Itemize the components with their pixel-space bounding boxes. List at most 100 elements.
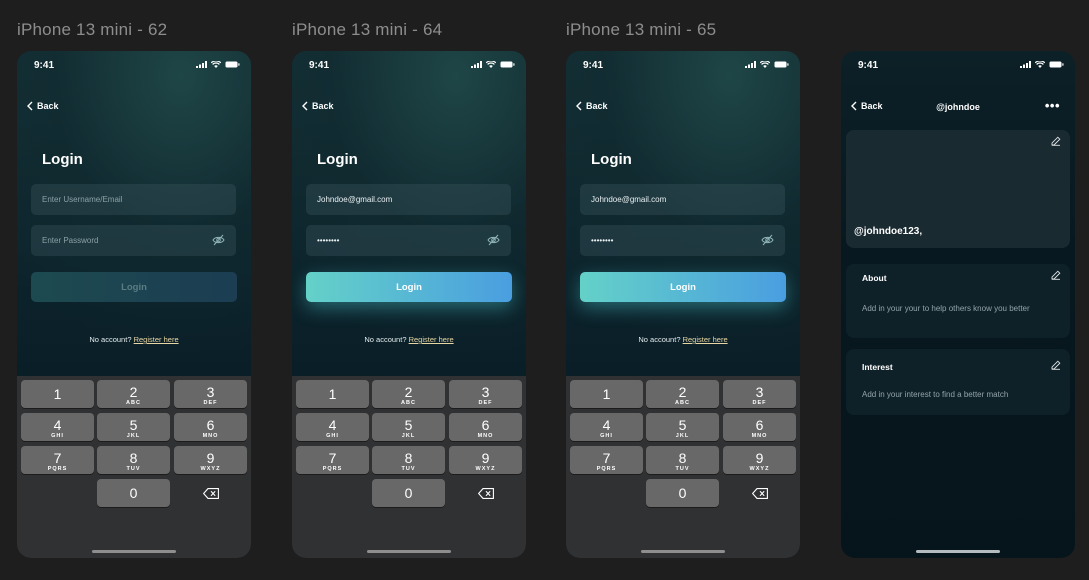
key-4[interactable]: 4 GHI	[21, 413, 94, 441]
frame-label-64: iPhone 13 mini - 64	[292, 20, 443, 39]
back-button[interactable]: Back	[576, 101, 608, 111]
username-input[interactable]: Johndoe@gmail.com	[580, 184, 785, 215]
back-label: Back	[586, 101, 608, 111]
key-5[interactable]: 5 JKL	[646, 413, 719, 441]
key-7[interactable]: 7 PQRS	[570, 446, 643, 474]
edit-pencil-icon[interactable]	[1051, 270, 1061, 280]
key-2[interactable]: 2 ABC	[646, 380, 719, 408]
battery-icon	[1049, 61, 1064, 68]
battery-icon	[774, 61, 789, 68]
about-text: Add in your your to help others know you…	[862, 304, 1030, 313]
page-title: Login	[317, 151, 358, 168]
about-card[interactable]: About Add in your your to help others kn…	[846, 264, 1070, 338]
edit-pencil-icon[interactable]	[1051, 136, 1061, 146]
key-1[interactable]: 1	[21, 380, 94, 408]
username-input[interactable]: Johndoe@gmail.com	[306, 184, 511, 215]
back-label: Back	[312, 101, 334, 111]
key-6[interactable]: 6 MNO	[174, 413, 247, 441]
password-placeholder: Enter Password	[42, 236, 99, 245]
key-9[interactable]: 9 WXYZ	[449, 446, 522, 474]
numeric-keyboard: 1 2 ABC 3 DEF 4 GHI 5 JKL 6 MNO 7 PQRS 8 TUV 9W…	[566, 376, 800, 558]
key-2[interactable]: 2 ABC	[372, 380, 445, 408]
key-5[interactable]: 5 JKL	[97, 413, 170, 441]
key-4[interactable]: 4 GHI	[570, 413, 643, 441]
key-0[interactable]: 0	[646, 479, 719, 507]
profile-header: Back @johndoe •••	[841, 99, 1075, 115]
username-input[interactable]: Enter Username/Email	[31, 184, 236, 215]
key-7[interactable]: 7 PQRS	[21, 446, 94, 474]
wifi-icon	[1035, 61, 1045, 68]
key-8[interactable]: 8 TUV	[372, 446, 445, 474]
register-link[interactable]: Register here	[134, 335, 179, 344]
register-link[interactable]: Register here	[683, 335, 728, 344]
battery-icon	[225, 61, 240, 68]
profile-cover-card: @johndoe123,	[846, 130, 1070, 248]
home-indicator	[367, 550, 451, 553]
delete-key[interactable]	[723, 479, 796, 507]
home-indicator	[641, 550, 725, 553]
back-button[interactable]: Back	[302, 101, 334, 111]
status-time: 9:41	[583, 60, 604, 71]
key-9[interactable]: 9 WXYZ	[723, 446, 796, 474]
signal-icon	[471, 61, 482, 68]
status-bar: 9:41	[841, 60, 1075, 74]
phone-login-filled: 9:41 Back Login Johndoe@gmail.com ••••••…	[292, 51, 526, 558]
interest-card[interactable]: Interest Add in your interest to find a …	[846, 349, 1070, 415]
key-6[interactable]: 6 MNO	[449, 413, 522, 441]
password-input[interactable]: ••••••••	[580, 225, 785, 256]
login-button[interactable]: Login	[580, 272, 786, 302]
page-title: Login	[42, 151, 83, 168]
key-2[interactable]: 2 ABC	[97, 380, 170, 408]
header-handle: @johndoe	[936, 102, 980, 112]
key-3[interactable]: 3 DEF	[723, 380, 796, 408]
key-3[interactable]: 3 DEF	[174, 380, 247, 408]
username-placeholder: Enter Username/Email	[42, 195, 123, 204]
key-1[interactable]: 1	[296, 380, 369, 408]
edit-pencil-icon[interactable]	[1051, 360, 1061, 370]
battery-icon	[500, 61, 515, 68]
eye-off-icon[interactable]	[761, 234, 774, 246]
phone-login-empty: 9:41 Back Login Enter Username/Email Ent…	[17, 51, 251, 558]
key-8[interactable]: 8 TUV	[646, 446, 719, 474]
wifi-icon	[760, 61, 770, 68]
login-button[interactable]: Login	[31, 272, 237, 302]
key-6[interactable]: 6 MNO	[723, 413, 796, 441]
key-3[interactable]: 3 DEF	[449, 380, 522, 408]
status-bar: 9:41	[17, 60, 251, 74]
register-link[interactable]: Register here	[409, 335, 454, 344]
home-indicator	[92, 550, 176, 553]
status-time: 9:41	[34, 60, 55, 71]
no-account-text: No account?	[89, 335, 132, 344]
backspace-icon	[477, 487, 494, 499]
more-options-icon[interactable]: •••	[1045, 99, 1060, 112]
eye-off-icon[interactable]	[487, 234, 500, 246]
delete-key[interactable]	[174, 479, 247, 507]
numeric-keyboard: 1 2 ABC 3 DEF 4 GHI 5 JKL 6 MNO 7 PQRS 8 TUV 9W…	[292, 376, 526, 558]
key-8[interactable]: 8 TUV	[97, 446, 170, 474]
profile-handle: @johndoe123,	[854, 226, 923, 237]
login-button[interactable]: Login	[306, 272, 512, 302]
interest-title: Interest	[862, 362, 893, 372]
key-0[interactable]: 0	[97, 479, 170, 507]
key-9[interactable]: 9 WXYZ	[174, 446, 247, 474]
username-value: Johndoe@gmail.com	[317, 195, 393, 204]
home-indicator	[916, 550, 1000, 553]
backspace-icon	[751, 487, 768, 499]
eye-off-icon[interactable]	[212, 234, 225, 246]
frame-label-65: iPhone 13 mini - 65	[566, 20, 717, 39]
frame-label-62: iPhone 13 mini - 62	[17, 20, 168, 39]
key-0[interactable]: 0	[372, 479, 445, 507]
back-button[interactable]: Back	[27, 101, 59, 111]
key-1[interactable]: 1	[570, 380, 643, 408]
key-7[interactable]: 7 PQRS	[296, 446, 369, 474]
wifi-icon	[486, 61, 496, 68]
key-5[interactable]: 5 JKL	[372, 413, 445, 441]
signal-icon	[745, 61, 756, 68]
about-title: About	[862, 273, 887, 283]
no-account-text: No account?	[364, 335, 407, 344]
password-input[interactable]: Enter Password	[31, 225, 236, 256]
password-input[interactable]: ••••••••	[306, 225, 511, 256]
key-4[interactable]: 4 GHI	[296, 413, 369, 441]
delete-key[interactable]	[449, 479, 522, 507]
chevron-left-icon	[576, 101, 582, 111]
